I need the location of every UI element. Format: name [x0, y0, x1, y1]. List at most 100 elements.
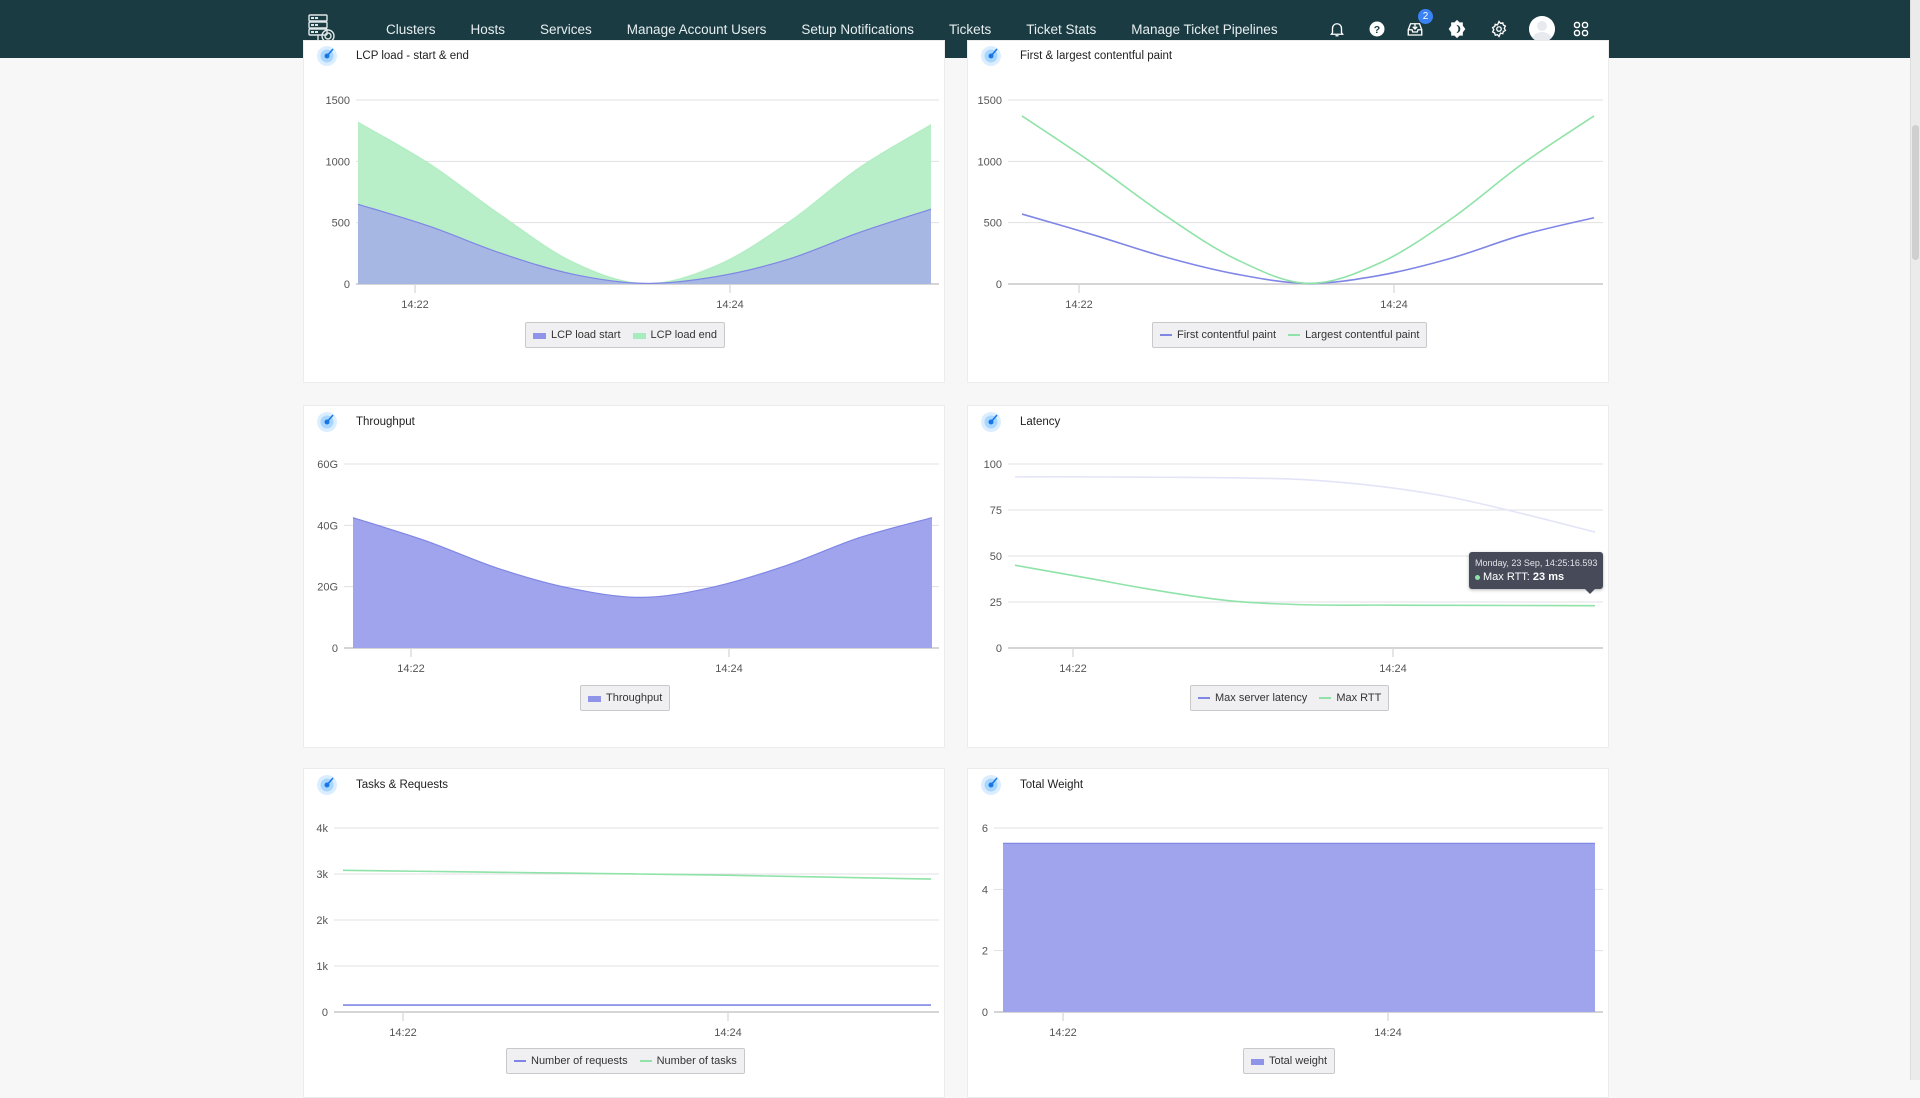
legend-item[interactable]: Number of tasks — [639, 1055, 737, 1067]
y-tick-label: 20G — [317, 582, 338, 594]
x-tick-label: 14:22 — [389, 1027, 417, 1039]
latency-chart[interactable]: 0 25 50 75 100 14:22 14:24 — [968, 406, 1610, 676]
legend-swatch — [533, 333, 546, 339]
y-tick-label: 0 — [996, 279, 1002, 291]
scrollbar-thumb[interactable] — [1912, 125, 1919, 260]
x-tick-label: 14:24 — [716, 299, 744, 311]
lcp-chart[interactable]: 0 500 1000 1500 14:22 14:24 — [304, 41, 946, 311]
y-tick-label: 2k — [316, 915, 328, 927]
series-line-first-contentful-paint[interactable] — [1021, 213, 1595, 285]
y-tick-label: 3k — [316, 869, 328, 881]
legend-swatch — [1319, 697, 1332, 699]
y-tick-label: 0 — [996, 643, 1002, 655]
legend-item[interactable]: Total weight — [1251, 1055, 1327, 1067]
nav-hosts[interactable]: Hosts — [471, 22, 506, 37]
legend-label: LCP load start — [551, 329, 621, 341]
y-tick-label: 100 — [984, 459, 1002, 471]
legend-label: Largest contentful paint — [1305, 329, 1420, 341]
legend-item[interactable]: Largest contentful paint — [1288, 329, 1419, 341]
y-tick-label: 0 — [322, 1007, 328, 1019]
legend-label: Max RTT — [1336, 692, 1382, 704]
legend-item[interactable]: Throughput — [588, 692, 662, 704]
chart-card-tasks-requests: Tasks & Requests 0 1k 2k 3k 4k 14:22 14:24 Numbe… — [303, 768, 945, 1098]
y-tick-label: 500 — [332, 218, 350, 230]
y-tick-label: 1500 — [978, 95, 1002, 107]
tooltip-dot — [1475, 574, 1480, 580]
y-tick-label: 2 — [982, 946, 988, 958]
y-tick-label: 0 — [332, 643, 338, 655]
legend-item[interactable]: LCP load end — [632, 329, 717, 341]
tasks-chart[interactable]: 0 1k 2k 3k 4k 14:22 14:24 — [304, 769, 946, 1039]
inbox-icon[interactable]: 2 — [1403, 9, 1433, 41]
legend-label: Max server latency — [1215, 692, 1308, 704]
legend-label: Number of requests — [531, 1055, 628, 1067]
legend-item[interactable]: First contentful paint — [1160, 329, 1276, 341]
chart-legend: Total weight — [1243, 1048, 1336, 1074]
x-tick-label: 14:24 — [714, 1027, 742, 1039]
throughput-chart[interactable]: 0 20G 40G 60G 14:22 14:24 — [304, 406, 946, 676]
gear-icon[interactable] — [1487, 17, 1511, 41]
svg-text:?: ? — [1374, 24, 1380, 36]
x-tick-label: 14:24 — [1379, 663, 1407, 675]
x-tick-label: 14:22 — [1059, 663, 1087, 675]
y-tick-label: 1k — [316, 961, 328, 973]
series-area-throughput[interactable] — [353, 517, 932, 648]
y-tick-label: 500 — [984, 218, 1002, 230]
nav-services[interactable]: Services — [540, 22, 592, 37]
x-tick-label: 14:22 — [401, 299, 429, 311]
nav-ticket-stats[interactable]: Ticket Stats — [1026, 22, 1096, 37]
series-line-max-server-latency[interactable] — [1014, 476, 1596, 533]
y-tick-label: 75 — [990, 505, 1002, 517]
series-line-largest-contentful-paint[interactable] — [1021, 115, 1595, 285]
y-tick-label: 50 — [990, 551, 1002, 563]
legend-label: Total weight — [1269, 1055, 1328, 1067]
legend-label: Throughput — [606, 692, 663, 704]
help-icon[interactable]: ? — [1365, 17, 1389, 41]
x-tick-label: 14:24 — [1374, 1027, 1402, 1039]
nav-manage-account-users[interactable]: Manage Account Users — [627, 22, 767, 37]
apps-grid-icon[interactable] — [1569, 17, 1593, 41]
y-tick-label: 4 — [982, 884, 988, 896]
page-scrollbar[interactable] — [1910, 0, 1920, 1080]
y-tick-label: 1000 — [326, 156, 350, 168]
legend-item[interactable]: Max RTT — [1319, 692, 1381, 704]
legend-swatch — [514, 1060, 526, 1062]
series-area-total-weight[interactable] — [1003, 843, 1595, 1012]
nav-clusters[interactable]: Clusters — [386, 22, 436, 37]
nav-setup-notifications[interactable]: Setup Notifications — [801, 22, 914, 37]
paint-chart[interactable]: 0 500 1000 1500 14:22 14:24 — [968, 41, 1610, 311]
x-tick-label: 14:22 — [397, 663, 425, 675]
y-tick-label: 0 — [982, 1007, 988, 1019]
legend-item[interactable]: Number of requests — [514, 1055, 628, 1067]
bell-icon[interactable] — [1325, 17, 1349, 41]
nav-tickets[interactable]: Tickets — [949, 22, 991, 37]
legend-item[interactable]: LCP load start — [533, 329, 621, 341]
chart-card-throughput: Throughput 0 20G 40G 60G 14:22 14:24 Throughput — [303, 405, 945, 748]
chart-legend: Throughput — [580, 685, 671, 711]
nav-manage-ticket-pipelines[interactable]: Manage Ticket Pipelines — [1131, 22, 1277, 37]
chart-legend: LCP load start LCP load end — [525, 322, 725, 348]
weight-chart[interactable]: 0 2 4 6 14:22 14:24 — [968, 769, 1610, 1039]
x-tick-label: 14:24 — [1380, 299, 1408, 311]
y-tick-label: 0 — [344, 279, 350, 291]
legend-swatch — [632, 333, 646, 339]
legend-swatch — [1160, 334, 1172, 336]
y-tick-label: 1000 — [978, 156, 1002, 168]
legend-swatch — [1288, 334, 1301, 336]
y-tick-label: 6 — [982, 823, 988, 835]
inbox-badge: 2 — [1418, 9, 1433, 24]
legend-item[interactable]: Max server latency — [1198, 692, 1307, 704]
theme-toggle-icon[interactable] — [1445, 17, 1469, 41]
x-tick-label: 14:24 — [715, 663, 743, 675]
avatar[interactable] — [1529, 16, 1555, 42]
legend-label: First contentful paint — [1177, 329, 1277, 341]
tooltip-label: Max RTT: — [1483, 571, 1533, 583]
series-line-number-of-tasks[interactable] — [342, 869, 932, 880]
chart-card-contentful-paint: First & largest contentful paint 0 500 1000… — [967, 40, 1609, 383]
y-tick-label: 4k — [316, 823, 328, 835]
legend-label: LCP load end — [650, 329, 717, 341]
y-tick-label: 1500 — [326, 95, 350, 107]
x-tick-label: 14:22 — [1049, 1027, 1077, 1039]
x-tick-label: 14:22 — [1065, 299, 1093, 311]
chart-legend: Number of requests Number of tasks — [506, 1048, 745, 1074]
